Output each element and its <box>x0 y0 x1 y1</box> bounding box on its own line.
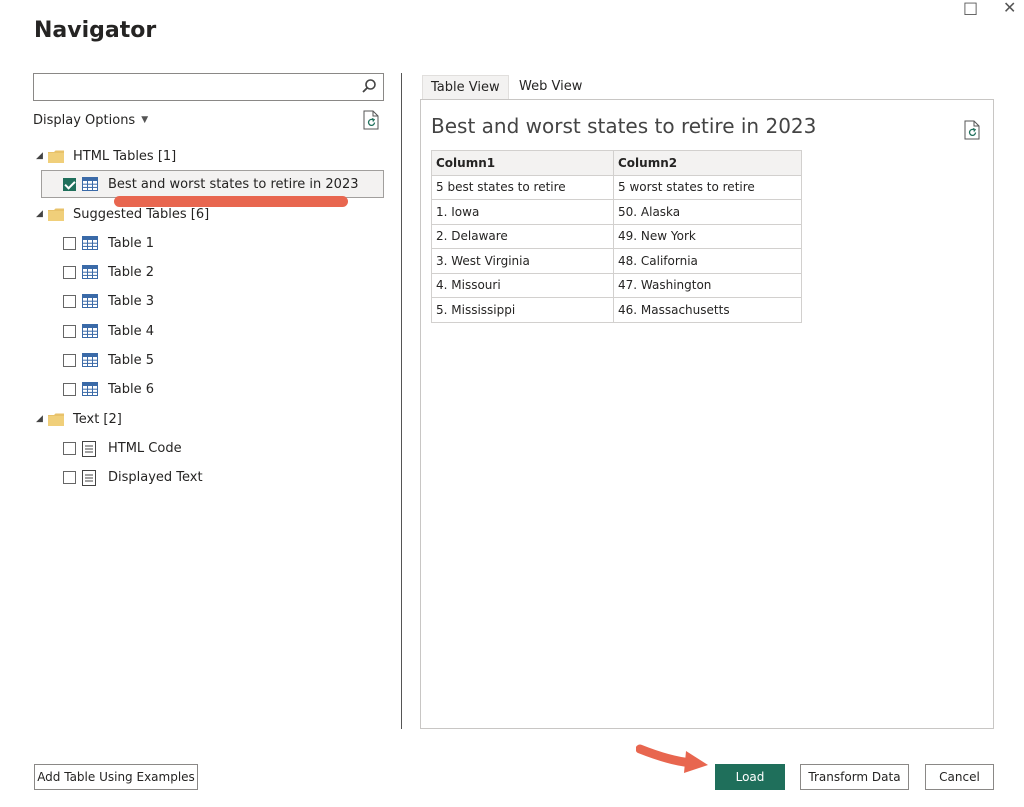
table-icon <box>82 236 98 250</box>
transform-data-button[interactable]: Transform Data <box>800 764 909 790</box>
tree-item[interactable]: Table 2 <box>63 259 154 285</box>
dialog-title: Navigator <box>34 18 157 43</box>
highlight-underline-annotation <box>114 196 348 207</box>
tree-item[interactable]: Table 4 <box>63 318 154 344</box>
cancel-button[interactable]: Cancel <box>925 764 994 790</box>
expand-caret-icon[interactable]: ◢ <box>36 151 48 161</box>
text-document-icon <box>82 470 98 486</box>
preview-table: Column1 Column2 5 best states to retire 5… <box>431 150 802 323</box>
table-cell: 47. Washington <box>613 272 802 298</box>
tree-item[interactable]: Table 5 <box>63 347 154 373</box>
pane-divider[interactable] <box>401 73 402 729</box>
table-icon <box>82 324 98 338</box>
table-cell: 5 best states to retire <box>431 174 614 200</box>
preview-title: Best and worst states to retire in 2023 <box>431 114 817 138</box>
table-cell: 48. California <box>613 248 802 274</box>
tab-web-view[interactable]: Web View <box>511 75 590 100</box>
table-cell: 2. Delaware <box>431 223 614 249</box>
item-checkbox[interactable] <box>63 470 76 484</box>
expand-caret-icon[interactable]: ◢ <box>36 209 48 219</box>
table-row: 5. Mississippi 46. Massachusetts <box>431 297 802 323</box>
item-checkbox[interactable] <box>63 324 76 338</box>
display-options-dropdown[interactable]: Display Options ▼ <box>33 113 148 128</box>
table-header-row: Column1 Column2 <box>431 150 802 176</box>
item-checkbox[interactable] <box>63 294 76 308</box>
tree-item[interactable]: Displayed Text <box>63 464 203 490</box>
tree-folder[interactable]: ◢ Text [2] <box>36 406 122 432</box>
tree-item-label: Text [2] <box>73 411 122 427</box>
table-cell: 46. Massachusetts <box>613 297 802 323</box>
close-button[interactable]: ✕ <box>1003 0 1016 17</box>
tree-item-label: Table 6 <box>108 381 155 397</box>
column-header[interactable]: Column2 <box>613 150 802 176</box>
folder-icon <box>48 150 64 163</box>
tree-item[interactable]: HTML Code <box>63 435 182 461</box>
table-row: 4. Missouri 47. Washington <box>431 272 802 298</box>
table-cell: 3. West Virginia <box>431 248 614 274</box>
display-options-label: Display Options <box>33 113 136 128</box>
tree-item-label: Table 2 <box>108 264 155 280</box>
table-icon <box>82 177 98 191</box>
tree-item-label: Table 1 <box>108 235 155 251</box>
tree-item-label: Table 3 <box>108 293 155 309</box>
table-icon <box>82 353 98 367</box>
tree-item[interactable]: Table 3 <box>63 288 154 314</box>
folder-icon <box>48 413 64 426</box>
table-cell: 5 worst states to retire <box>613 174 802 200</box>
tree-item-label: HTML Tables [1] <box>73 148 177 164</box>
tree-item[interactable]: Table 1 <box>63 230 154 256</box>
chevron-down-icon: ▼ <box>141 115 149 125</box>
refresh-preview-icon[interactable] <box>963 120 981 144</box>
arrow-annotation <box>635 741 710 779</box>
search-input[interactable] <box>33 73 384 101</box>
table-cell: 4. Missouri <box>431 272 614 298</box>
tree-item-label: Displayed Text <box>108 469 203 485</box>
add-table-using-examples-button[interactable]: Add Table Using Examples <box>34 764 198 790</box>
tab-table-view[interactable]: Table View <box>422 75 509 100</box>
table-icon <box>82 265 98 279</box>
tree-item[interactable]: Best and worst states to retire in 2023 <box>41 170 384 198</box>
table-row: 5 best states to retire 5 worst states to… <box>431 174 802 200</box>
tree-item-label: Table 4 <box>108 323 155 339</box>
expand-caret-icon[interactable]: ◢ <box>36 414 48 424</box>
folder-icon <box>48 208 64 221</box>
table-row: 2. Delaware 49. New York <box>431 223 802 249</box>
column-header[interactable]: Column1 <box>431 150 614 176</box>
refresh-icon[interactable] <box>362 110 380 134</box>
table-cell: 49. New York <box>613 223 802 249</box>
item-checkbox[interactable] <box>63 236 76 250</box>
item-checkbox[interactable] <box>63 441 76 455</box>
item-checkbox[interactable] <box>63 353 76 367</box>
item-checkbox[interactable] <box>63 177 76 191</box>
tree-item[interactable]: Table 6 <box>63 376 154 402</box>
item-checkbox[interactable] <box>63 265 76 279</box>
table-cell: 50. Alaska <box>613 199 802 225</box>
search-icon[interactable] <box>361 78 377 98</box>
table-row: 3. West Virginia 48. California <box>431 248 802 274</box>
table-icon <box>82 294 98 308</box>
load-button[interactable]: Load <box>715 764 785 790</box>
tree-folder[interactable]: ◢ HTML Tables [1] <box>36 143 176 169</box>
tree-item-label: Table 5 <box>108 352 155 368</box>
maximize-button[interactable]: □ <box>963 0 978 17</box>
preview-panel: Best and worst states to retire in 2023 … <box>420 99 994 729</box>
tree-item-label: HTML Code <box>108 440 182 456</box>
table-cell: 5. Mississippi <box>431 297 614 323</box>
tree-item-label: Best and worst states to retire in 2023 <box>108 176 359 192</box>
item-checkbox[interactable] <box>63 382 76 396</box>
table-cell: 1. Iowa <box>431 199 614 225</box>
tree-item-label: Suggested Tables [6] <box>73 206 210 222</box>
table-row: 1. Iowa 50. Alaska <box>431 199 802 225</box>
table-icon <box>82 382 98 396</box>
text-document-icon <box>82 441 98 457</box>
